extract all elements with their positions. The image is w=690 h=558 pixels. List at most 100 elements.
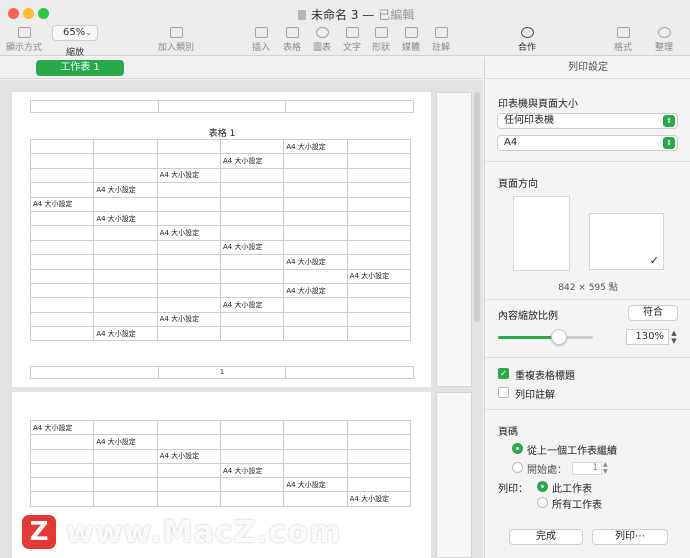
table-cell[interactable] xyxy=(29,210,95,227)
table-cell[interactable] xyxy=(93,419,158,436)
table-cell[interactable] xyxy=(93,225,158,241)
collaborate-button[interactable]: 合作 xyxy=(518,27,536,53)
print-button[interactable]: 列印⋯ xyxy=(592,529,668,545)
table-cell[interactable] xyxy=(156,196,221,212)
table-cell[interactable] xyxy=(29,448,95,464)
format-button[interactable]: 格式 xyxy=(614,27,632,53)
table-cell[interactable] xyxy=(283,434,348,450)
table-cell[interactable] xyxy=(93,448,158,464)
table-cell[interactable] xyxy=(29,239,95,256)
table-cell[interactable] xyxy=(219,138,285,155)
table-cell[interactable] xyxy=(346,239,412,256)
landscape-orientation-option[interactable]: ✓ xyxy=(589,213,664,270)
table-cell[interactable] xyxy=(219,477,285,493)
table-cell[interactable] xyxy=(283,210,348,227)
table-button[interactable]: 表格 xyxy=(283,27,301,53)
media-button[interactable]: 媒體 xyxy=(402,27,420,53)
zoom-select[interactable]: 65% ⌄ xyxy=(52,25,98,41)
table-cell[interactable] xyxy=(29,434,95,450)
table-cell[interactable] xyxy=(346,196,412,212)
table-cell[interactable] xyxy=(346,210,412,227)
table-cell[interactable] xyxy=(283,268,348,284)
table-cell[interactable] xyxy=(346,138,412,155)
table-cell[interactable] xyxy=(346,225,412,241)
table-cell[interactable] xyxy=(156,297,221,313)
table-cell[interactable]: A4 大小設定 xyxy=(219,153,285,169)
table-cell[interactable] xyxy=(219,254,285,270)
fit-button[interactable]: 符合 xyxy=(628,305,678,321)
table-cell[interactable] xyxy=(156,326,221,342)
table-cell[interactable] xyxy=(93,477,158,493)
start-at-radio[interactable] xyxy=(512,462,523,473)
table-cell[interactable]: A4 大小設定 xyxy=(283,254,348,270)
table-cell[interactable] xyxy=(156,282,221,299)
table-cell[interactable] xyxy=(283,182,348,198)
start-page-input[interactable]: 1 xyxy=(572,462,602,475)
table-cell[interactable]: A4 大小設定 xyxy=(93,326,158,342)
table-cell[interactable] xyxy=(156,182,221,198)
table-cell[interactable] xyxy=(93,167,158,184)
table-cell[interactable] xyxy=(93,153,158,169)
print-comments-checkbox[interactable] xyxy=(498,387,509,398)
table-cell[interactable] xyxy=(93,491,158,507)
table-cell[interactable] xyxy=(156,210,221,227)
table-cell[interactable] xyxy=(156,239,221,256)
table-cell[interactable] xyxy=(29,254,95,270)
table-cell[interactable] xyxy=(29,182,95,198)
table-cell[interactable] xyxy=(93,239,158,256)
table-cell[interactable] xyxy=(283,297,348,313)
table-cell[interactable] xyxy=(346,326,412,342)
table-cell[interactable] xyxy=(93,311,158,328)
table-cell[interactable] xyxy=(283,239,348,256)
table-cell[interactable] xyxy=(346,419,412,436)
table-cell[interactable] xyxy=(93,268,158,284)
table-cell[interactable] xyxy=(156,491,221,507)
table-cell[interactable]: A4 大小設定 xyxy=(283,282,348,299)
table-cell[interactable] xyxy=(346,182,412,198)
table-cell[interactable] xyxy=(219,491,285,507)
table-cell[interactable] xyxy=(346,462,412,479)
table-cell[interactable] xyxy=(219,448,285,464)
text-button[interactable]: 文字 xyxy=(343,27,361,53)
table-cell[interactable]: A4 大小設定 xyxy=(346,268,412,284)
table-cell[interactable] xyxy=(346,153,412,169)
table-cell[interactable] xyxy=(93,196,158,212)
data-table[interactable]: A4 大小設定 A4 大小設定 A4 大小設定 A4 大小設定 A4 大小設定 A4 大小… xyxy=(29,138,412,342)
table-cell[interactable] xyxy=(283,448,348,464)
scale-slider-knob[interactable] xyxy=(550,329,567,345)
shape-button[interactable]: 形狀 xyxy=(372,27,390,53)
comment-button[interactable]: 註解 xyxy=(432,27,450,53)
table-cell[interactable] xyxy=(219,182,285,198)
all-sheets-radio[interactable] xyxy=(537,497,548,508)
paper-size-select[interactable]: A4 ⇕ xyxy=(497,135,678,151)
scale-slider-track[interactable] xyxy=(498,336,593,339)
continue-numbering-radio[interactable] xyxy=(512,443,523,454)
table-cell[interactable] xyxy=(219,268,285,284)
table-cell[interactable] xyxy=(219,196,285,212)
table-cell[interactable] xyxy=(93,462,158,479)
table-cell[interactable] xyxy=(219,167,285,184)
table-cell[interactable] xyxy=(156,153,221,169)
table-cell[interactable] xyxy=(29,268,95,284)
done-button[interactable]: 完成 xyxy=(509,529,583,545)
table-cell[interactable]: A4 大小設定 xyxy=(29,196,95,212)
minimize-window-button[interactable] xyxy=(23,8,34,19)
table-cell[interactable] xyxy=(283,326,348,342)
organize-button[interactable]: 整理 xyxy=(655,27,673,53)
table-cell[interactable] xyxy=(156,268,221,284)
portrait-orientation-option[interactable] xyxy=(513,196,570,271)
table-cell[interactable] xyxy=(29,311,95,328)
document-canvas[interactable]: 表格 1 A4 大小設定 A4 大小設定 A4 大小設定 A4 大小設定 A4 大小設定… xyxy=(0,80,483,558)
table-cell[interactable]: A4 大小設定 xyxy=(156,225,221,241)
table-cell[interactable]: A4 大小設定 xyxy=(93,182,158,198)
table-cell[interactable] xyxy=(346,282,412,299)
this-sheet-radio[interactable] xyxy=(537,481,548,492)
table-cell[interactable] xyxy=(29,297,95,313)
table-cell[interactable] xyxy=(283,153,348,169)
table-cell[interactable]: A4 大小設定 xyxy=(283,477,348,493)
table-cell[interactable] xyxy=(346,297,412,313)
table-cell[interactable]: A4 大小設定 xyxy=(156,167,221,184)
table-cell[interactable]: A4 大小設定 xyxy=(156,448,221,464)
table-cell[interactable] xyxy=(219,225,285,241)
table-cell[interactable] xyxy=(283,225,348,241)
